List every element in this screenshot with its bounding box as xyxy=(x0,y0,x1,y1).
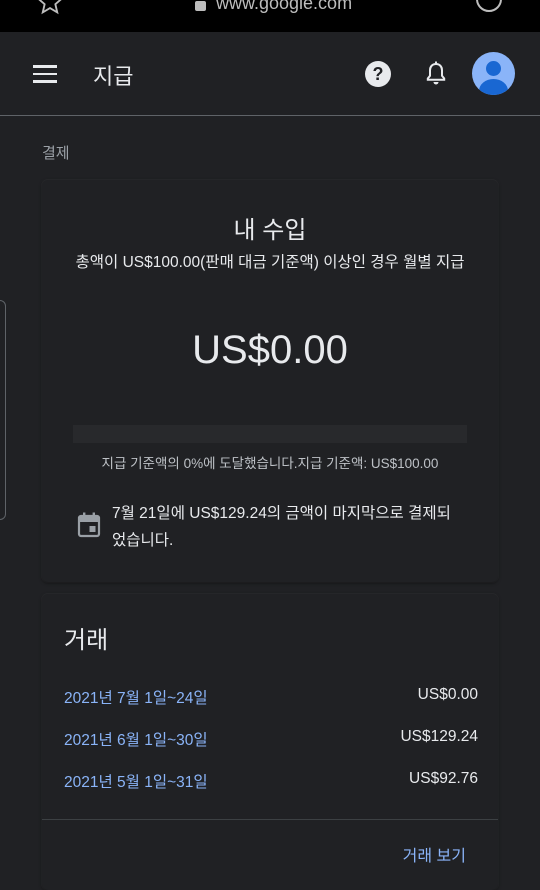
side-drawer-handle[interactable] xyxy=(0,300,6,520)
transaction-amount: US$0.00 xyxy=(417,686,478,703)
view-transactions-button[interactable]: 거래 보기 xyxy=(403,842,466,866)
earnings-amount: US$0.00 xyxy=(192,328,348,372)
earnings-title: 내 수입 xyxy=(233,217,307,244)
transaction-row[interactable]: 2021년 7월 1일~24일 US$0.00 xyxy=(64,686,478,710)
transaction-row[interactable]: 2021년 6월 1일~30일 US$129.24 xyxy=(64,728,478,752)
page-title: 지급 xyxy=(93,64,134,89)
threshold-text: 지급 기준액의 0%에 도달했습니다.지급 기준액: US$100.00 xyxy=(101,456,439,471)
earnings-subtitle: 총액이 US$100.00(판매 대금 기준액) 이상인 경우 월별 지급 xyxy=(75,254,465,271)
transaction-amount: US$129.24 xyxy=(400,728,478,745)
transaction-row[interactable]: 2021년 5월 1일~31일 US$92.76 xyxy=(64,770,478,794)
help-icon[interactable]: ? xyxy=(365,61,391,87)
transactions-title: 거래 xyxy=(64,627,109,654)
avatar[interactable] xyxy=(472,52,515,95)
breadcrumb[interactable]: 결제 xyxy=(42,142,70,163)
transaction-period-link[interactable]: 2021년 7월 1일~24일 xyxy=(64,686,208,708)
calendar-icon xyxy=(77,512,101,538)
lock-icon xyxy=(195,0,206,11)
transactions-card: 거래 2021년 7월 1일~24일 US$0.00 2021년 6월 1일~3… xyxy=(42,594,498,890)
bell-icon[interactable] xyxy=(424,61,448,87)
divider xyxy=(42,819,498,820)
payment-threshold-progress xyxy=(73,425,467,443)
tabs-icon[interactable] xyxy=(476,0,502,12)
transaction-amount: US$92.76 xyxy=(409,770,478,787)
earnings-card: 내 수입 총액이 US$100.00(판매 대금 기준액) 이상인 경우 월별 … xyxy=(42,180,498,582)
transaction-period-link[interactable]: 2021년 6월 1일~30일 xyxy=(64,728,208,750)
app-bar: 지급 ? xyxy=(0,32,540,116)
transaction-period-link[interactable]: 2021년 5월 1일~31일 xyxy=(64,770,208,792)
menu-icon[interactable] xyxy=(33,65,57,83)
last-payment-text: 7월 21일에 US$129.24의 금액이 마지막으로 결제되었습니다. xyxy=(112,505,451,549)
star-icon[interactable] xyxy=(36,0,64,16)
url-bar[interactable]: www.google.com xyxy=(195,0,352,14)
browser-bar: www.google.com xyxy=(0,0,540,32)
url-text: www.google.com xyxy=(216,0,353,13)
